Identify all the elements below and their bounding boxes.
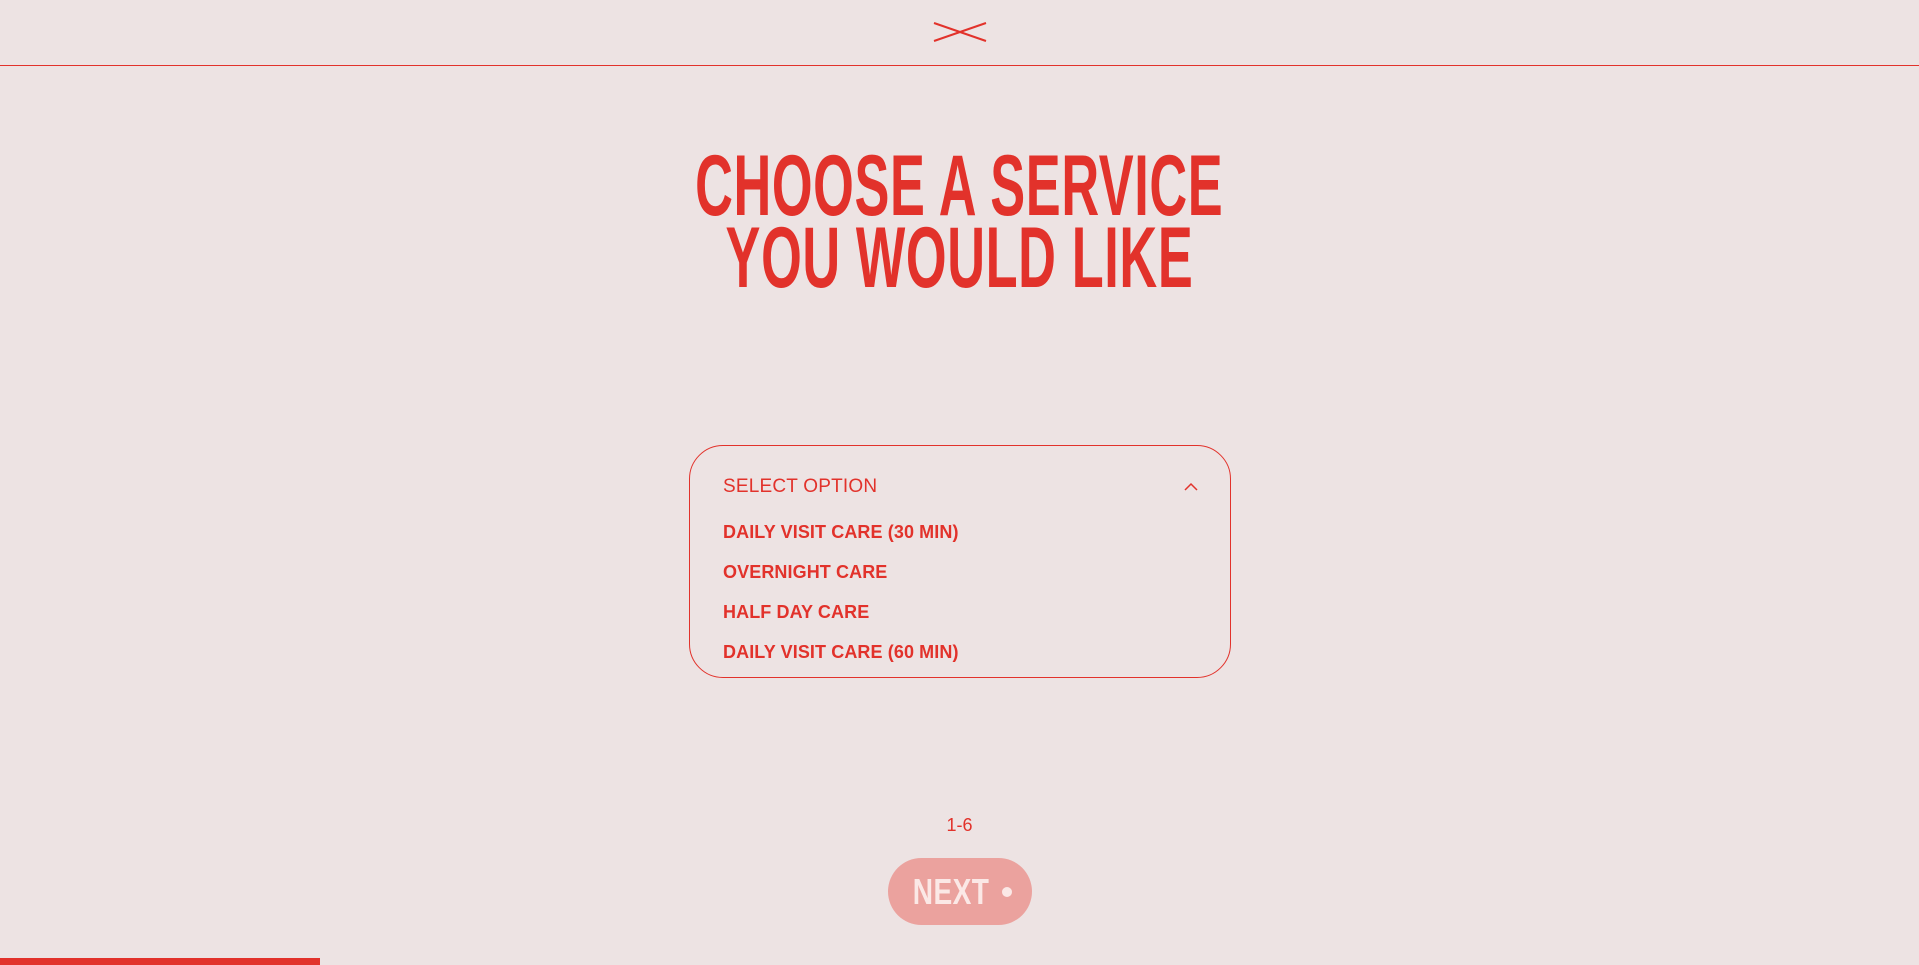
service-select-dropdown[interactable]: SELECT OPTION DAILY VISIT CARE (30 MIN) … [689,445,1231,678]
progress-bar-fill [0,958,321,965]
service-option-overnight[interactable]: OVERNIGHT CARE [723,552,959,592]
next-button[interactable]: NEXT [888,858,1032,925]
service-select-toggle[interactable]: SELECT OPTION [723,472,1199,502]
page-title-line-2: YOU WOULD LIKE [725,210,1194,306]
service-options-list: DAILY VISIT CARE (30 MIN) OVERNIGHT CARE… [723,512,959,672]
next-button-label: NEXT [912,870,990,912]
chevron-up-icon[interactable] [1183,480,1199,492]
progress-bar [0,958,1919,965]
dot-icon [1002,886,1012,897]
service-option-half-day[interactable]: HALF DAY CARE [723,592,959,632]
booking-page: CHOOSE A SERVICE YOU WOULD LIKE SELECT O… [0,0,1919,965]
select-placeholder-label: SELECT OPTION [723,476,878,497]
service-option-daily-visit-30[interactable]: DAILY VISIT CARE (30 MIN) [723,512,959,552]
step-indicator: 1-6 [946,815,973,835]
crossed-lines-logo-icon[interactable] [932,19,988,45]
service-option-daily-visit-60[interactable]: DAILY VISIT CARE (60 MIN) [723,632,959,672]
page-title: CHOOSE A SERVICE YOU WOULD LIKE [0,143,1919,306]
top-bar [0,0,1919,66]
